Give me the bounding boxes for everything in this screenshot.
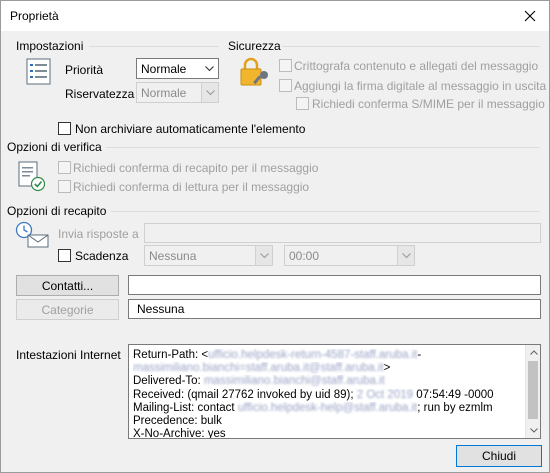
divider	[89, 46, 219, 47]
categories-button[interactable]: Categorie	[16, 299, 119, 320]
categories-value: Nessuna	[137, 302, 185, 316]
header-line-text: -	[417, 349, 422, 361]
priority-select[interactable]: Normale	[136, 58, 219, 79]
close-button[interactable]: Chiudi	[456, 445, 542, 467]
expires-date-select[interactable]: Nessuna	[144, 245, 273, 266]
settings-section-title: Impostazioni	[16, 39, 84, 53]
expires-checkbox[interactable]	[58, 249, 71, 262]
priority-label: Priorità	[65, 63, 104, 77]
digital-signature-checkbox[interactable]	[279, 79, 292, 92]
header-line-text: Mailing-List: contact	[133, 401, 238, 414]
header-line: Return-Path: <ufficio.helpdesk-return-45…	[133, 349, 524, 362]
delivery-section-title: Opzioni di recapito	[7, 204, 107, 218]
contacts-input[interactable]	[128, 275, 541, 295]
header-line: massimiliano.bianchi=staff.aruba.it@staf…	[133, 362, 524, 375]
divider	[106, 147, 540, 148]
confidentiality-value: Normale	[141, 85, 187, 100]
categories-field: Nessuna	[128, 299, 541, 319]
expires-time-value: 00:00	[289, 248, 320, 263]
confidentiality-select[interactable]: Normale	[136, 82, 219, 103]
read-receipt-label: Richiedi conferma di lettura per il mess…	[73, 180, 310, 194]
smime-receipt-checkbox[interactable]	[296, 97, 309, 110]
send-replies-label: Invia risposte a	[58, 227, 139, 241]
header-line: X-No-Archive: yes	[133, 428, 524, 439]
header-line-text: Precedence: bulk	[133, 415, 222, 428]
header-line: Received: (qmail 27762 invoked by uid 89…	[133, 389, 524, 402]
header-line: Precedence: bulk	[133, 415, 524, 428]
header-line-text: Return-Path: <	[133, 349, 209, 361]
internet-headers-textarea[interactable]: Return-Path: <ufficio.helpdesk-return-45…	[128, 344, 541, 439]
window-title: Proprietà	[10, 9, 59, 23]
divider	[282, 46, 540, 47]
close-button-label: Chiudi	[481, 449, 517, 463]
header-line-text: Received: (qmail 27762 invoked by uid 89…	[133, 388, 357, 401]
chevron-down-icon	[397, 246, 414, 265]
divider	[111, 211, 540, 212]
digital-signature-label: Aggiungi la firma digitale al messaggio …	[294, 79, 547, 93]
delivery-receipt-label: Richiedi conferma di recapito per il mes…	[73, 161, 319, 175]
categories-button-label: Categorie	[41, 302, 94, 317]
header-line: Mailing-List: contact ufficio.helpdesk-h…	[133, 402, 524, 415]
header-line-text: 07:54:49 -0000	[413, 388, 494, 401]
encrypt-checkbox[interactable]	[279, 59, 292, 72]
scroll-up-icon[interactable]	[526, 345, 540, 360]
tracking-section-title: Opzioni di verifica	[7, 140, 102, 154]
chevron-down-icon	[255, 246, 272, 265]
header-line-text: ; run by ezmlm	[417, 401, 493, 414]
delivery-receipt-checkbox[interactable]	[58, 161, 71, 174]
expires-label: Scadenza	[75, 249, 129, 263]
redacted-text: 2 Oct 2019	[356, 388, 414, 401]
properties-dialog: Proprietà Impostazioni Priorità Normale …	[0, 0, 550, 473]
chevron-down-icon	[201, 59, 218, 78]
send-replies-input[interactable]	[144, 223, 541, 243]
title-bar[interactable]: Proprietà	[1, 1, 549, 31]
header-line-text: >	[383, 362, 391, 375]
internet-headers-text: Return-Path: <ufficio.helpdesk-return-45…	[133, 349, 524, 439]
redacted-text: massimiliano.bianchi=staff.aruba.it@staf…	[133, 362, 384, 375]
header-line-text: Delivered-To:	[133, 375, 204, 388]
no-archive-label: Non archiviare automaticamente l'element…	[75, 122, 306, 136]
confidentiality-label: Riservatezza	[65, 87, 135, 101]
expires-time-select[interactable]: 00:00	[284, 245, 415, 266]
tracking-icon	[18, 160, 48, 195]
priority-value: Normale	[141, 61, 187, 76]
contacts-button[interactable]: Contatti...	[16, 275, 119, 296]
chevron-down-icon	[201, 83, 218, 102]
scroll-down-icon[interactable]	[526, 423, 540, 438]
header-line-text: X-No-Archive: yes	[133, 428, 226, 439]
internet-headers-label: Intestazioni Internet	[16, 348, 121, 362]
read-receipt-checkbox[interactable]	[58, 180, 71, 193]
security-section-title: Sicurezza	[228, 39, 281, 53]
close-icon[interactable]	[519, 5, 541, 27]
redacted-text: massimiliano.bianchi@staff.aruba.it	[203, 375, 385, 388]
encrypt-label: Crittografa contenuto e allegati del mes…	[294, 59, 539, 73]
delivery-icon	[15, 221, 51, 252]
scroll-thumb[interactable]	[528, 361, 538, 419]
header-line: Delivered-To: massimiliano.bianchi@staff…	[133, 375, 524, 388]
expires-date-value: Nessuna	[149, 248, 197, 263]
smime-receipt-label: Richiedi conferma S/MIME per il messaggi…	[312, 97, 545, 111]
settings-icon	[26, 58, 52, 89]
lock-key-icon	[238, 56, 272, 93]
scrollbar[interactable]	[525, 345, 540, 438]
redacted-text: ufficio.helpdesk-help@staff.aruba.it	[237, 401, 418, 414]
no-archive-checkbox[interactable]	[58, 122, 71, 135]
contacts-button-label: Contatti...	[41, 278, 94, 293]
redacted-text: ufficio.helpdesk-return-4587-staff.aruba…	[208, 349, 418, 361]
